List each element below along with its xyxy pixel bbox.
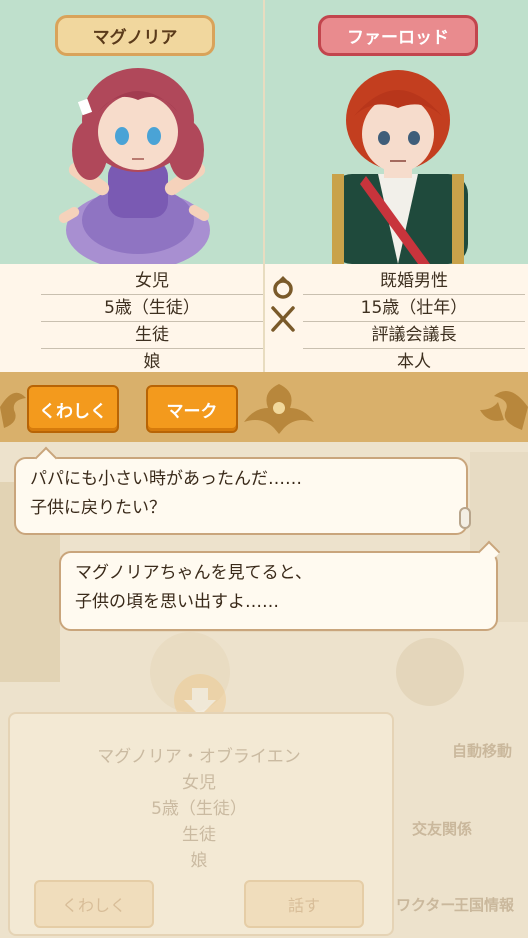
- farrod-age: 15歳（壮年）: [303, 295, 525, 322]
- menu-kingdom-info: 王国情報: [454, 896, 515, 914]
- ring-icon: [273, 276, 293, 299]
- farrod-info: 既婚男性 15歳（壮年） 評議会議長 本人: [303, 268, 525, 376]
- background-character-panel: マグノリア・オブライエン 女児 5歳（生徒） 生徒 娘 くわしく 話す 自動移動…: [0, 674, 528, 938]
- crossed-swords-icon: [271, 306, 295, 332]
- magnolia-occupation: 生徒: [41, 322, 263, 349]
- background-name: マグノリア・オブライエン: [97, 747, 301, 767]
- dialogue-bubble-father: パパにも小さい時があったんだ…… 子供に戻りたい？: [14, 446, 468, 535]
- ornament-left-icon: [0, 392, 26, 428]
- dialogue-line: 子供の頃を思い出すよ……: [75, 592, 279, 612]
- farrod-occupation: 評議会議長: [303, 322, 525, 349]
- ornament-right-icon: [480, 390, 528, 430]
- background-info: 生徒: [182, 825, 216, 845]
- dialogue-bubble-daughter: マグノリアちゃんを見てると、 子供の頃を思い出すよ……: [59, 540, 501, 631]
- farrod-portrait[interactable]: [318, 64, 478, 264]
- detail-button-label: くわしく: [39, 401, 107, 422]
- bubble-pin-icon: [459, 507, 471, 529]
- magnolia-info: 女児 5歳（生徒） 生徒 娘: [41, 268, 263, 376]
- menu-relations: 交友関係: [412, 820, 473, 838]
- magnolia-name: マグノリア: [92, 28, 178, 48]
- background-info: 5歳（生徒）: [151, 799, 247, 819]
- dialogue-line: マグノリアちゃんを見てると、: [75, 563, 312, 583]
- magnolia-gender: 女児: [41, 268, 263, 295]
- background-detail-button: くわしく: [34, 880, 154, 928]
- background-info: 女児: [182, 773, 216, 793]
- menu-auto-move: 自動移動: [452, 742, 513, 760]
- farrod-name-tag: ファーロッド: [318, 15, 478, 56]
- ornament-center-icon: [244, 384, 314, 434]
- menu-other: ワクター: [396, 896, 456, 914]
- background-talk-button: 話す: [244, 880, 364, 928]
- farrod-name: ファーロッド: [347, 28, 449, 48]
- magnolia-age: 5歳（生徒）: [41, 295, 263, 322]
- dialogue-line: 子供に戻りたい？: [30, 498, 166, 518]
- magnolia-portrait[interactable]: [50, 60, 220, 264]
- magnolia-name-tag: マグノリア: [55, 15, 215, 56]
- dialogue-line: パパにも小さい時があったんだ……: [30, 469, 302, 489]
- background-info: 娘: [190, 851, 208, 871]
- mark-button[interactable]: マーク: [146, 385, 238, 433]
- column-divider: [263, 0, 265, 372]
- mark-button-label: マーク: [166, 401, 218, 422]
- detail-button[interactable]: くわしく: [27, 385, 119, 433]
- farrod-gender: 既婚男性: [303, 268, 525, 295]
